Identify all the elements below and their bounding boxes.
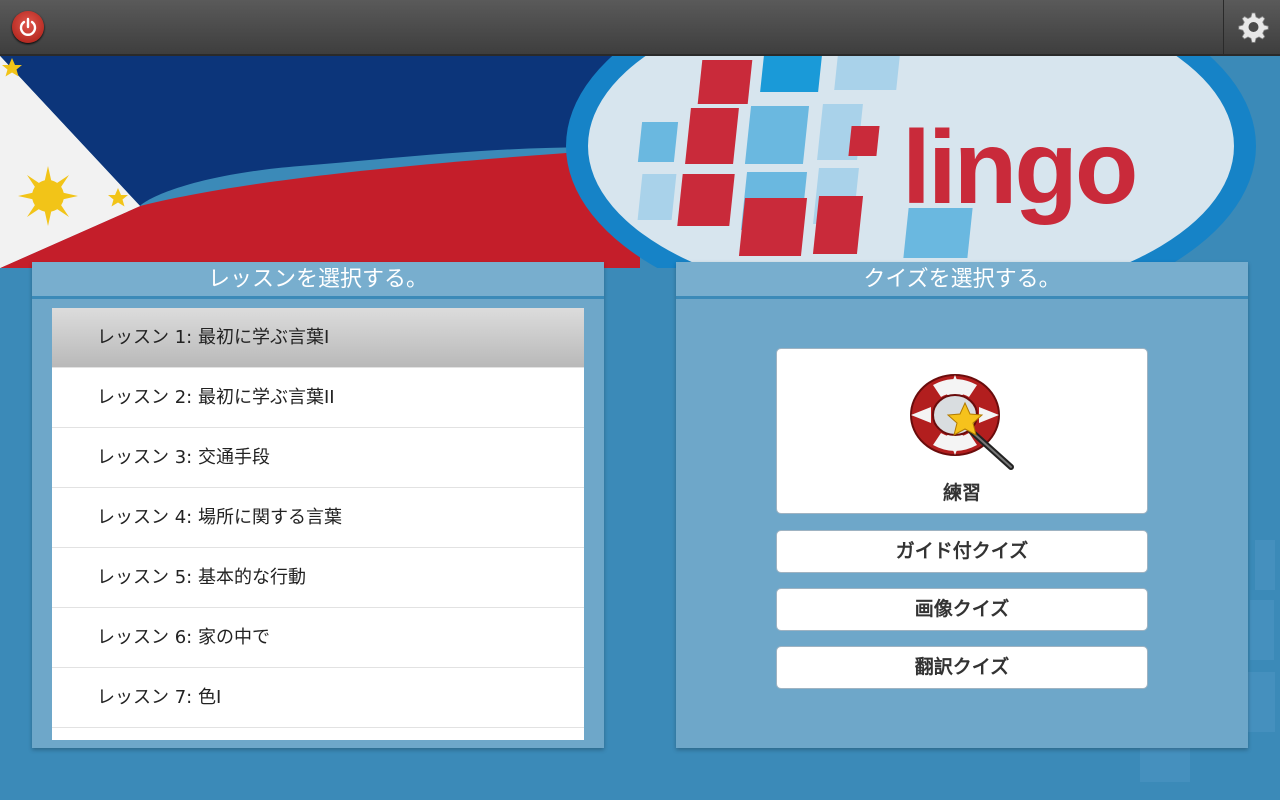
lesson-item-1[interactable]: レッスン 1: 最初に学ぶ言葉I bbox=[52, 308, 584, 368]
power-button[interactable] bbox=[12, 11, 44, 43]
banner: lingo bbox=[0, 56, 1280, 268]
decor-square bbox=[1250, 600, 1274, 660]
lessons-panel: レッスンを選択する。 レッスン 1: 最初に学ぶ言葉I レッスン 2: 最初に学… bbox=[32, 262, 604, 748]
power-icon bbox=[19, 17, 37, 36]
lesson-item-5[interactable]: レッスン 5: 基本的な行動 bbox=[52, 548, 584, 608]
lesson-item-3[interactable]: レッスン 3: 交通手段 bbox=[52, 428, 584, 488]
top-bar bbox=[0, 0, 1280, 56]
decor-square bbox=[1255, 540, 1275, 590]
lifebuoy-magnifier-icon bbox=[910, 374, 1014, 470]
image-quiz-button[interactable]: 画像クイズ bbox=[776, 588, 1148, 631]
practice-label: 練習 bbox=[942, 482, 981, 504]
translation-quiz-button[interactable]: 翻訳クイズ bbox=[776, 646, 1148, 689]
lesson-item-7[interactable]: レッスン 7: 色I bbox=[52, 668, 584, 728]
logo-text: lingo bbox=[902, 110, 1138, 226]
quiz-panel-title: クイズを選択する。 bbox=[676, 262, 1248, 299]
decor-square bbox=[1140, 742, 1190, 782]
philippines-flag-image bbox=[0, 56, 640, 268]
settings-button[interactable] bbox=[1223, 0, 1280, 54]
quiz-panel: クイズを選択する。 練習 ガイド付クイズ 画像クイズ 翻訳クイズ bbox=[676, 262, 1248, 748]
lesson-item-4[interactable]: レッスン 4: 場所に関する言葉 bbox=[52, 488, 584, 548]
lesson-item-6[interactable]: レッスン 6: 家の中で bbox=[52, 608, 584, 668]
gear-icon bbox=[1238, 12, 1269, 43]
guided-quiz-button[interactable]: ガイド付クイズ bbox=[776, 530, 1148, 573]
practice-button[interactable]: 練習 bbox=[776, 348, 1148, 514]
lesson-item-2[interactable]: レッスン 2: 最初に学ぶ言葉II bbox=[52, 368, 584, 428]
lessons-panel-title: レッスンを選択する。 bbox=[32, 262, 604, 299]
lesson-list[interactable]: レッスン 1: 最初に学ぶ言葉I レッスン 2: 最初に学ぶ言葉II レッスン … bbox=[52, 308, 584, 740]
decor-square bbox=[1245, 672, 1275, 732]
